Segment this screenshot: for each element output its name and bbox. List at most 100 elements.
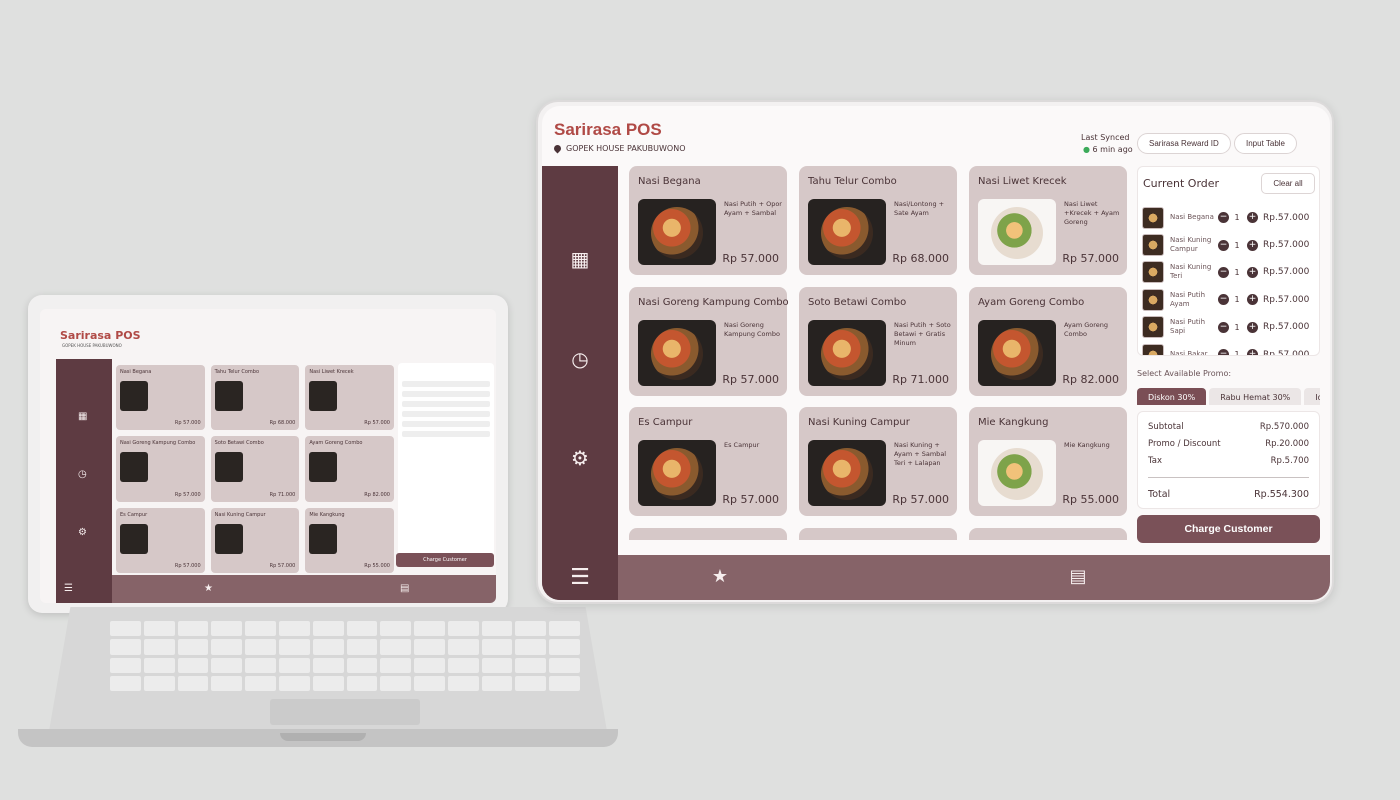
decrease-quantity-icon[interactable]: − — [1218, 239, 1229, 251]
keyboard-key — [177, 657, 209, 673]
edit-menu-icon[interactable]: ▦ — [567, 246, 593, 272]
decrease-quantity-icon[interactable]: − — [1218, 349, 1229, 355]
keyboard-key — [278, 675, 310, 691]
menu-card[interactable] — [629, 528, 787, 540]
notebook-icon[interactable]: ▤ — [1066, 565, 1090, 589]
keyboard-key — [380, 657, 412, 673]
menu-item-price: Rp 57.000 — [1062, 252, 1119, 265]
clear-all-button[interactable]: Clear all — [1261, 173, 1315, 194]
menu-item-name: Mie Kangkung — [978, 417, 1049, 428]
laptop-menu-card: Nasi Kuning Campur Rp 57.000 — [210, 507, 300, 573]
order-item-name: Nasi Putih Sapi — [1170, 318, 1206, 336]
laptop-menu-item-photo — [309, 523, 338, 554]
menu-card[interactable]: Nasi Kuning Campur Nasi Kuning + Ayam + S… — [799, 407, 957, 516]
laptop-menu-item-price: Rp 55.000 — [364, 563, 390, 569]
menu-card[interactable]: Mie Kangkung Mie Kangkung Rp 55.000 — [969, 407, 1127, 516]
keyboard-key — [414, 639, 445, 655]
promo-label: Select Available Promo: — [1137, 369, 1232, 378]
order-item-thumbnail — [1142, 343, 1164, 355]
trackpad — [270, 699, 420, 725]
decrease-quantity-icon[interactable]: − — [1218, 321, 1229, 333]
menu-item-price: Rp 57.000 — [722, 493, 779, 506]
increase-quantity-icon[interactable]: + — [1247, 349, 1258, 355]
laptop-menu-item-photo — [120, 523, 148, 554]
menu-card[interactable] — [969, 528, 1127, 540]
menu-card[interactable]: Tahu Telur Combo Nasi/Lontong + Sate Ayam… — [799, 166, 957, 275]
settings-icon[interactable]: ⚙ — [567, 445, 593, 471]
discount-label: Promo / Discount — [1148, 439, 1221, 449]
increase-quantity-icon[interactable]: + — [1247, 266, 1258, 278]
location-pin-icon — [552, 143, 563, 154]
promo-option[interactable]: Diskon 30% — [1137, 388, 1207, 405]
increase-quantity-icon[interactable]: + — [1247, 294, 1258, 306]
order-item: Nasi Putih Ayam −1 + Rp.57.000 — [1142, 286, 1319, 313]
hamburger-menu-icon[interactable]: ☰ — [542, 555, 618, 600]
decrease-quantity-icon[interactable]: − — [1218, 294, 1229, 306]
input-table-button[interactable]: Input Table — [1234, 133, 1297, 154]
tax-label: Tax — [1148, 456, 1163, 466]
keyboard-key — [312, 639, 344, 655]
keyboard-key — [515, 621, 547, 637]
order-item: Nasi Begana −1 + Rp.57.000 — [1142, 204, 1319, 231]
star-icon: ★ — [204, 583, 213, 594]
subtotal-value: Rp.570.000 — [1259, 422, 1309, 432]
clock-icon[interactable]: ◷ — [567, 346, 593, 372]
laptop-menu-item-name: Es Campur — [120, 511, 148, 518]
increase-quantity-icon[interactable]: + — [1247, 321, 1258, 333]
promo-option[interactable]: Rabu Hemat 30% — [1209, 388, 1302, 405]
keyboard-key — [143, 657, 175, 673]
sync-label: Last Synced — [1081, 133, 1130, 142]
menu-item-photo — [638, 440, 716, 506]
keyboard-key — [414, 657, 445, 673]
charge-customer-button[interactable]: Charge Customer — [1137, 515, 1320, 543]
laptop-menu-item-name: Nasi Liwet Krecek — [309, 369, 354, 375]
order-item-price: Rp.57.000 — [1263, 294, 1310, 305]
notebook-icon: ▤ — [400, 583, 410, 594]
keyboard-key — [312, 621, 344, 637]
order-item-price: Rp.57.000 — [1263, 322, 1310, 333]
reward-id-button[interactable]: Sarirasa Reward ID — [1137, 133, 1231, 154]
menu-card[interactable]: Nasi Liwet Krecek Nasi Liwet +Krecek + Ay… — [969, 166, 1127, 275]
laptop-menu-card: Es Campur Rp 57.000 — [116, 507, 205, 573]
keyboard-key — [447, 621, 479, 637]
laptop-menu-item-name: Nasi Begana — [120, 369, 152, 375]
promo-option[interactable]: Idul Fitri — [1304, 388, 1320, 405]
star-icon[interactable]: ★ — [708, 565, 732, 589]
menu-item-name: Nasi Liwet Krecek — [978, 176, 1067, 187]
keyboard-key — [380, 675, 412, 691]
menu-card[interactable]: Nasi Begana Nasi Putih + Opor Ayam + Samb… — [629, 166, 787, 275]
laptop-menu-item-name: Nasi Goreng Kampung Combo — [120, 440, 196, 447]
order-item-price: Rp.57.000 — [1263, 349, 1310, 356]
laptop-menu-item-name: Mie Kangkung — [309, 511, 345, 518]
decrease-quantity-icon[interactable]: − — [1218, 266, 1229, 278]
menu-card[interactable]: Ayam Goreng Combo Ayam Goreng Combo Rp 82.… — [969, 287, 1127, 396]
increase-quantity-icon[interactable]: + — [1247, 239, 1258, 251]
keyboard-key — [414, 675, 445, 691]
increase-quantity-icon[interactable]: + — [1247, 212, 1258, 224]
order-item-quantity: 1 — [1234, 213, 1240, 223]
keyboard-key — [481, 675, 513, 691]
menu-card[interactable]: Es Campur Es Campur Rp 57.000 — [629, 407, 787, 516]
store-location: GOPEK HOUSE PAKUBUWONO — [552, 143, 686, 154]
menu-card[interactable]: Nasi Goreng Kampung Combo Nasi Goreng Kam… — [629, 287, 789, 396]
menu-item-name: Soto Betawi Combo — [808, 297, 907, 308]
order-item-quantity: 1 — [1234, 350, 1240, 356]
menu-item-photo — [808, 199, 886, 265]
keyboard-key — [110, 675, 141, 691]
decrease-quantity-icon[interactable]: − — [1218, 212, 1229, 224]
laptop-menu-item-name: Tahu Telur Combo — [214, 369, 260, 375]
order-item-name: Nasi Begana — [1170, 213, 1214, 222]
keyboard-key — [278, 621, 310, 637]
menu-card[interactable]: Soto Betawi Combo Nasi Putih + Soto Betaw… — [799, 287, 957, 396]
total-value: Rp.554.300 — [1254, 489, 1309, 500]
menu-item-description: Nasi Putih + Soto Betawi + Gratis Minum — [894, 321, 951, 347]
laptop-menu-item-photo — [120, 452, 148, 483]
app-title: Sarirasa POS — [554, 120, 662, 139]
laptop-bottom-bar: ☰ ★ ▤ — [64, 575, 496, 603]
laptop-menu-item-photo — [214, 452, 243, 483]
sync-dot-icon: ● — [1083, 145, 1090, 154]
order-item-thumbnail — [1142, 234, 1164, 257]
menu-card[interactable] — [799, 528, 957, 540]
order-item-price: Rp.57.000 — [1263, 212, 1310, 223]
menu-item-price: Rp 71.000 — [892, 373, 949, 386]
